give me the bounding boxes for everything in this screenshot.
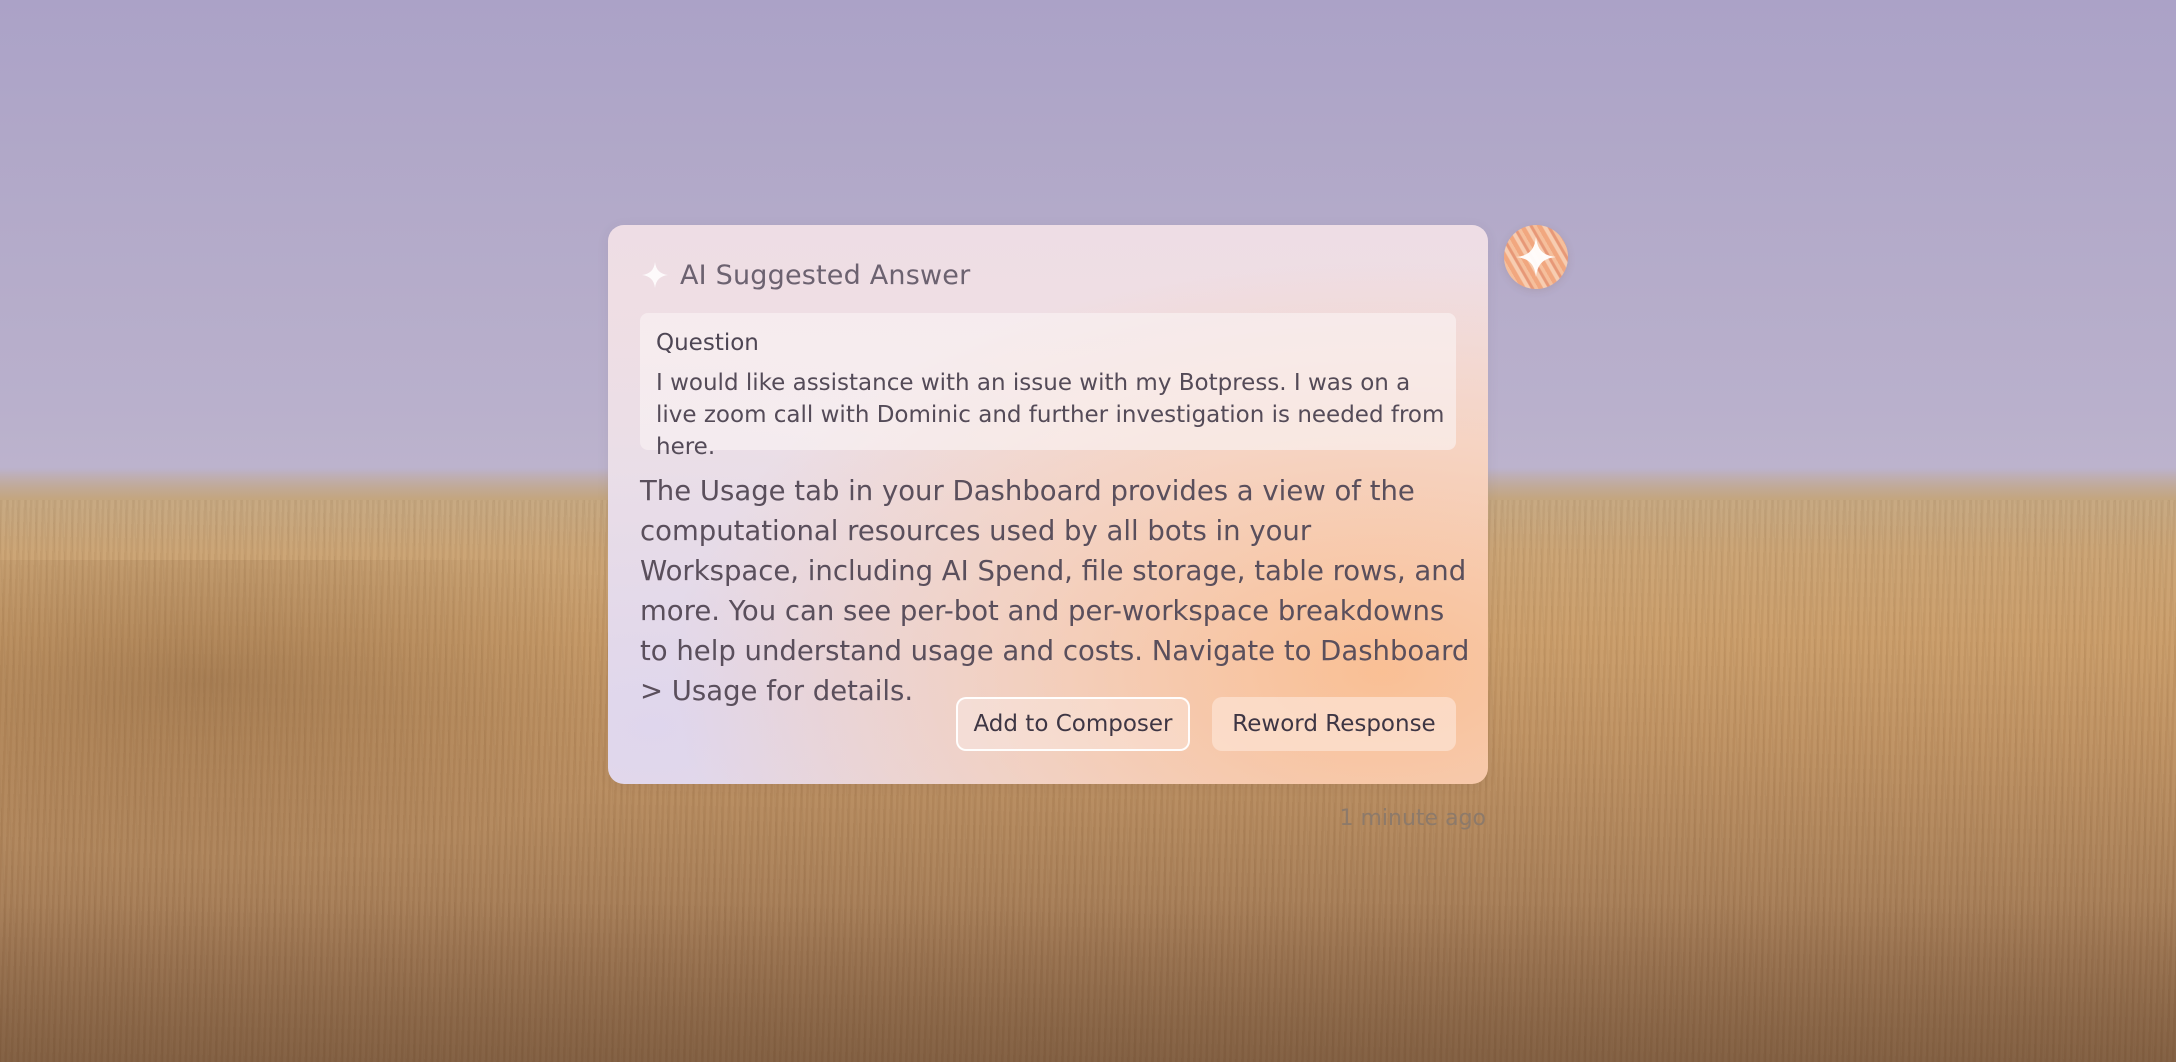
question-box: Question I would like assistance with an…	[640, 313, 1456, 460]
ai-avatar	[1504, 225, 1568, 289]
reword-response-button[interactable]: Reword Response	[1212, 697, 1456, 751]
background-field-foreground	[0, 902, 2176, 1062]
add-to-composer-button[interactable]: Add to Composer	[956, 697, 1190, 751]
ai-suggested-answer-card: AI Suggested Answer Question I would lik…	[608, 225, 1488, 784]
suggested-answer-text: The Usage tab in your Dashboard provides…	[640, 475, 1470, 707]
sparkle-icon	[642, 262, 668, 288]
question-label: Question	[656, 330, 759, 356]
message-timestamp: 1 minute ago	[1339, 806, 1486, 831]
question-text: I would like assistance with an issue wi…	[656, 370, 1445, 460]
card-title: AI Suggested Answer	[680, 259, 971, 291]
card-header: AI Suggested Answer	[640, 257, 970, 293]
background-field-shadow	[0, 560, 700, 860]
ai-sparkle-avatar-icon	[1516, 237, 1556, 277]
